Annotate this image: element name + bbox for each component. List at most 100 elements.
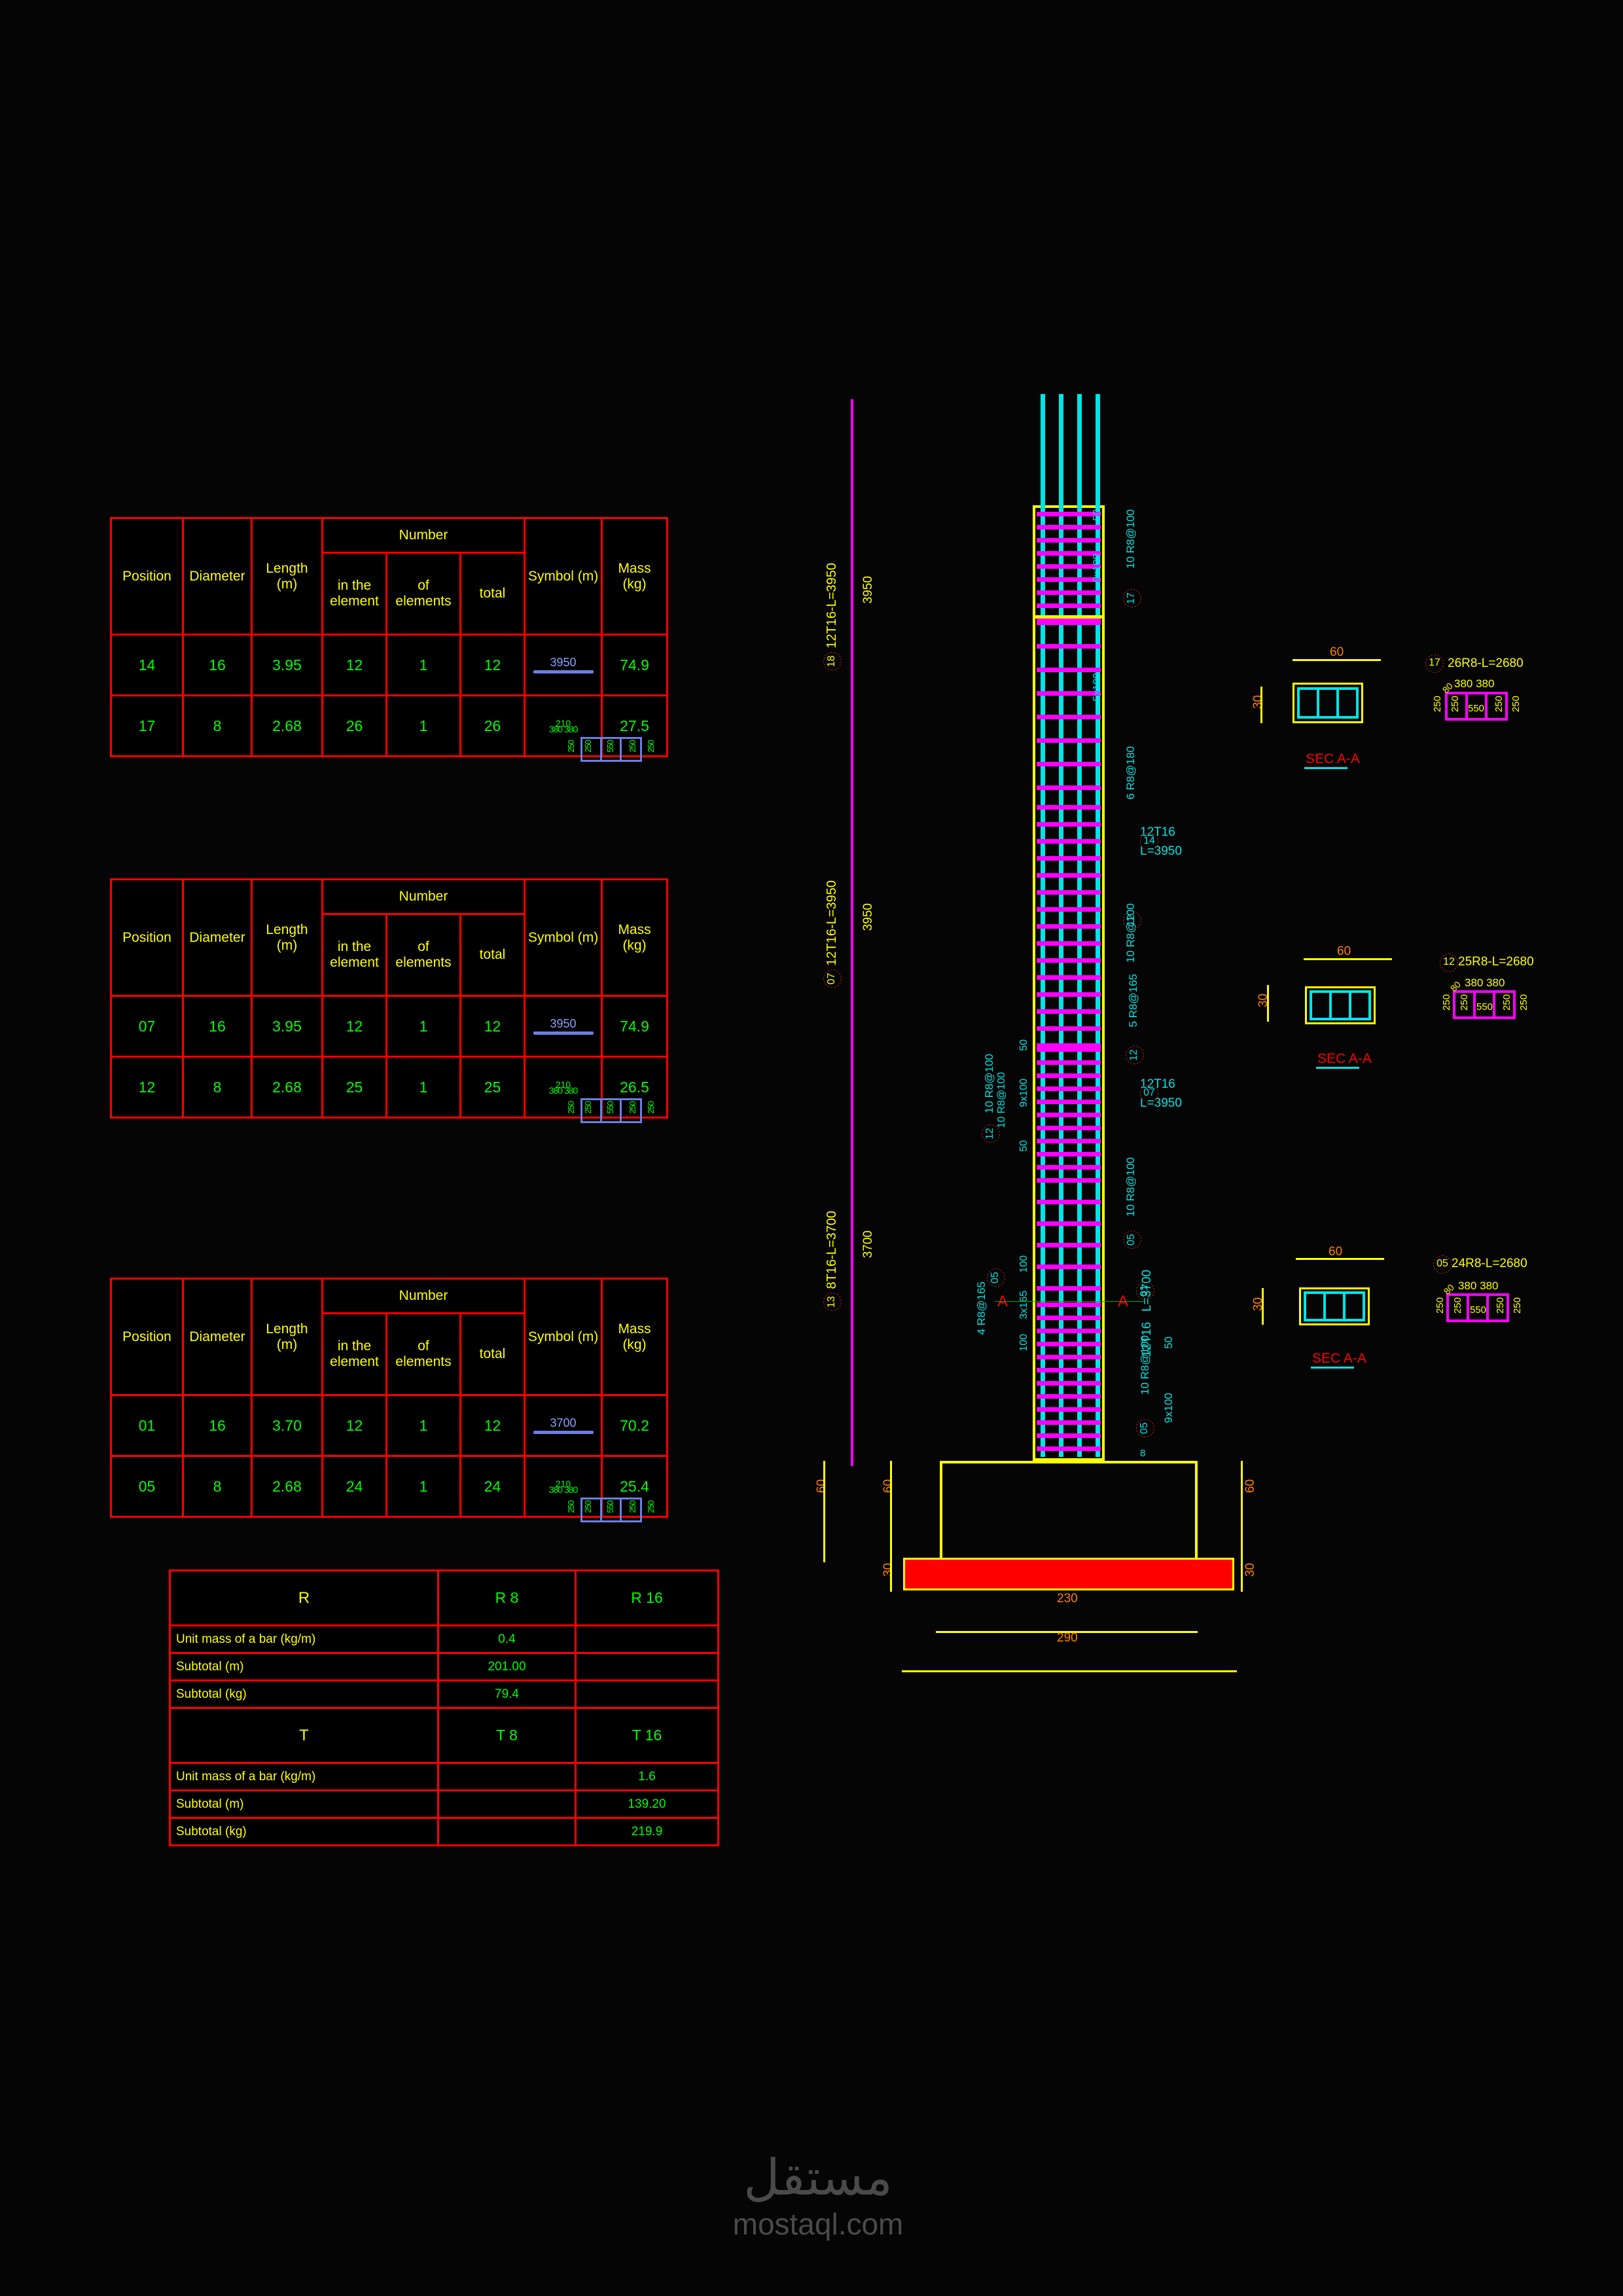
symbol-length-label: 3950 <box>550 1017 577 1030</box>
level-mark-bubble: 18 <box>823 652 842 671</box>
stirrup-tie <box>1037 1060 1101 1065</box>
section-3-width-dim: 60 <box>1329 1245 1343 1259</box>
section-3-note: 24R8-L=2680 <box>1452 1257 1527 1270</box>
dim-line-30-right <box>1241 1559 1243 1592</box>
group-col-r8: R 8 <box>437 1570 577 1626</box>
col-total: total <box>459 552 526 636</box>
stirrup-tie <box>1037 941 1101 946</box>
cell-position: 07 <box>110 995 184 1058</box>
stirrup-right-label: 250 <box>645 1102 656 1114</box>
cell-length: 3.70 <box>251 1394 323 1457</box>
col-position: Position <box>110 517 184 636</box>
footing-dim-30-left: 30 <box>882 1563 895 1577</box>
mark-bubble: 01 <box>1136 1282 1154 1300</box>
summary-group-t: T T 8 T 16 <box>169 1707 719 1764</box>
cell-of-elements: 1 <box>385 995 461 1058</box>
stirrup-tie <box>1037 1086 1101 1091</box>
section-1-inner-right: 250 <box>1493 696 1505 713</box>
row-value-r8: 79.4 <box>437 1679 577 1709</box>
cell-mass: 74.9 <box>601 634 669 696</box>
table-row: 12 8 2.68 25 1 25 380 380 250 250 550 25… <box>110 1056 669 1123</box>
table-header-row: Position Diameter Length (m) Number Symb… <box>110 517 669 636</box>
table-row: 17 8 2.68 26 1 26 380 380 250 250 550 25… <box>110 694 669 762</box>
row-value-t8 <box>437 1817 577 1846</box>
cell-total: 25 <box>459 1056 526 1119</box>
stirrup-note-upper-left-col: 10 R8@100 <box>996 1072 1007 1128</box>
section-3-inner-left: 250 <box>1452 1297 1463 1314</box>
row-value-t16: 1.6 <box>575 1762 719 1791</box>
mark-bubble: 17 <box>1123 589 1141 607</box>
stirrup-tie <box>1037 873 1101 878</box>
level-dim-3950-top: 3950 <box>861 576 875 604</box>
stirrup-left-label: 250 <box>565 740 576 753</box>
cell-length: 2.68 <box>251 694 323 757</box>
stirrup-note-right-5: 10 R8@100 <box>1124 1157 1137 1217</box>
row-value-r16 <box>575 1624 719 1654</box>
dim-line-60-right <box>1241 1461 1243 1560</box>
cell-length: 3.95 <box>251 995 323 1058</box>
level-label-18: 18 12T16-L=3950 <box>823 563 842 671</box>
section-2-title-underline <box>1316 1067 1359 1069</box>
row-label: Subtotal (kg) <box>169 1817 439 1846</box>
cell-position: 17 <box>110 694 184 757</box>
col-spacing-100-left-a: 100 <box>1018 1255 1029 1273</box>
footing-dim-290: 290 <box>1057 1631 1078 1645</box>
cell-symbol-straight: 3950 <box>524 634 603 696</box>
cell-symbol-straight: 3700 <box>524 1394 603 1457</box>
stirrup-tie <box>1037 839 1101 844</box>
col-mass: Mass (kg) <box>601 517 669 636</box>
mark-bubble: 14 <box>1140 833 1158 851</box>
summary-row: Subtotal (kg) 219.9 <box>169 1817 719 1846</box>
cell-diameter: 16 <box>182 1394 253 1457</box>
section-2-width-line <box>1304 958 1392 960</box>
level-text: 12T16-L=3950 <box>825 563 839 649</box>
stirrup-left-label: 250 <box>565 1102 576 1114</box>
section-1-mark: 17 <box>1425 655 1444 673</box>
col-mass: Mass (kg) <box>601 878 669 997</box>
straight-bar-icon <box>533 670 594 673</box>
table-header-row: Position Diameter Length (m) Number Symb… <box>110 878 669 997</box>
section-2-stirrup-top: 380 380 <box>1465 977 1505 989</box>
section-1-center: 550 <box>1468 703 1485 714</box>
cell-diameter: 8 <box>182 1056 253 1119</box>
stirrup-tie <box>1037 907 1101 912</box>
col-spacing-5x180: 5x180 <box>1092 673 1103 702</box>
footing-pedestal <box>940 1461 1198 1560</box>
summary-row: Subtotal (m) 201.00 <box>169 1652 719 1681</box>
stirrup-tie <box>1037 644 1101 649</box>
col-spacing-50-top: 50 <box>1092 509 1103 521</box>
stirrup-right-label: 250 <box>645 1501 656 1513</box>
cell-in-element: 24 <box>321 1455 387 1518</box>
cell-diameter: 8 <box>182 694 253 757</box>
cell-position: 14 <box>110 634 184 696</box>
col-length: Length (m) <box>251 878 323 997</box>
cell-position: 12 <box>110 1056 184 1119</box>
footing-dim-30-right: 30 <box>1243 1563 1257 1577</box>
reference-grid-line <box>851 399 853 1466</box>
stirrup-shape-icon <box>580 1498 642 1522</box>
row-label: Subtotal (m) <box>169 1789 439 1819</box>
summary-row: Unit mass of a bar (kg/m) 1.6 <box>169 1762 719 1791</box>
cell-of-elements: 1 <box>385 1056 461 1119</box>
watermark-latin: mostaql.com <box>732 2207 904 2241</box>
section-2-inner-right: 250 <box>1501 994 1512 1011</box>
footing-pad <box>903 1558 1234 1590</box>
col-symbol: Symbol (m) <box>524 517 603 636</box>
stirrup-tie <box>1037 1026 1101 1031</box>
col-length: Length (m) <box>251 1278 323 1396</box>
stirrup-tie <box>1037 1009 1101 1014</box>
callout-mark-07: 07 <box>1140 1085 1158 1103</box>
row-value-r8: 0.4 <box>437 1624 577 1654</box>
cell-in-element: 12 <box>321 634 387 696</box>
cell-symbol-straight: 3950 <box>524 995 603 1058</box>
footing-dim-230: 230 <box>1057 1592 1078 1605</box>
col-of-elements: of elements <box>385 552 461 636</box>
symbol-length-label: 3950 <box>550 656 577 669</box>
section-1-title: SEC A-A <box>1306 751 1360 766</box>
section-1-side-left: 250 <box>1432 696 1443 713</box>
col-number: Number <box>321 517 526 554</box>
stirrup-tie <box>1037 762 1101 766</box>
section-3-side-left: 250 <box>1435 1297 1446 1314</box>
stirrup-note-right-1: 10 R8@100 <box>1124 509 1137 569</box>
stirrup-tie <box>1037 975 1101 980</box>
